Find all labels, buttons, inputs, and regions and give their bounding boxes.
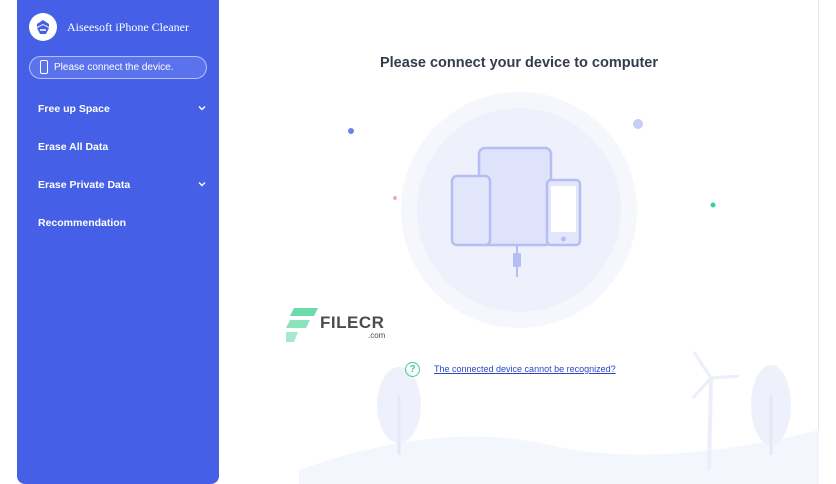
chevron-down-icon: [198, 106, 206, 111]
sidebar-item-label: Recommendation: [38, 217, 127, 229]
watermark-text: FILECR: [320, 313, 385, 332]
sidebar-item-erase-all-data[interactable]: Erase All Data: [38, 141, 208, 161]
app-title: Aiseesoft iPhone Cleaner: [67, 20, 189, 34]
device-status-text: Please connect the device.: [54, 62, 174, 73]
sidebar-item-label: Erase Private Data: [38, 179, 131, 191]
sidebar-item-erase-private-data[interactable]: Erase Private Data: [38, 179, 208, 199]
devices-illustration: [348, 92, 716, 328]
sidebar-item-free-up-space[interactable]: Free up Space: [38, 103, 208, 123]
sidebar-item-recommendation[interactable]: Recommendation: [38, 217, 208, 237]
help-icon[interactable]: ?: [405, 361, 420, 377]
sidebar: Aiseesoft iPhone Cleaner Please connect …: [17, 0, 219, 484]
sidebar-item-label: Free up Space: [38, 103, 110, 115]
main-panel: Please connect your device to computer F…: [219, 0, 819, 484]
watermark-suffix: .com: [368, 331, 386, 340]
filecr-watermark: FILECR .com: [282, 308, 385, 349]
phone-icon: [40, 60, 48, 74]
sidebar-item-label: Erase All Data: [38, 141, 109, 153]
filecr-logo-icon: [282, 308, 318, 342]
app-logo-icon: [29, 13, 57, 41]
chevron-down-icon: [198, 182, 206, 187]
help-row: ? The connected device cannot be recogni…: [405, 360, 616, 378]
device-not-recognized-link[interactable]: The connected device cannot be recognize…: [434, 364, 616, 374]
app-window: Aiseesoft iPhone Cleaner Please connect …: [17, 0, 819, 484]
device-status-pill[interactable]: Please connect the device.: [29, 56, 207, 79]
page-heading: Please connect your device to computer: [379, 55, 658, 71]
